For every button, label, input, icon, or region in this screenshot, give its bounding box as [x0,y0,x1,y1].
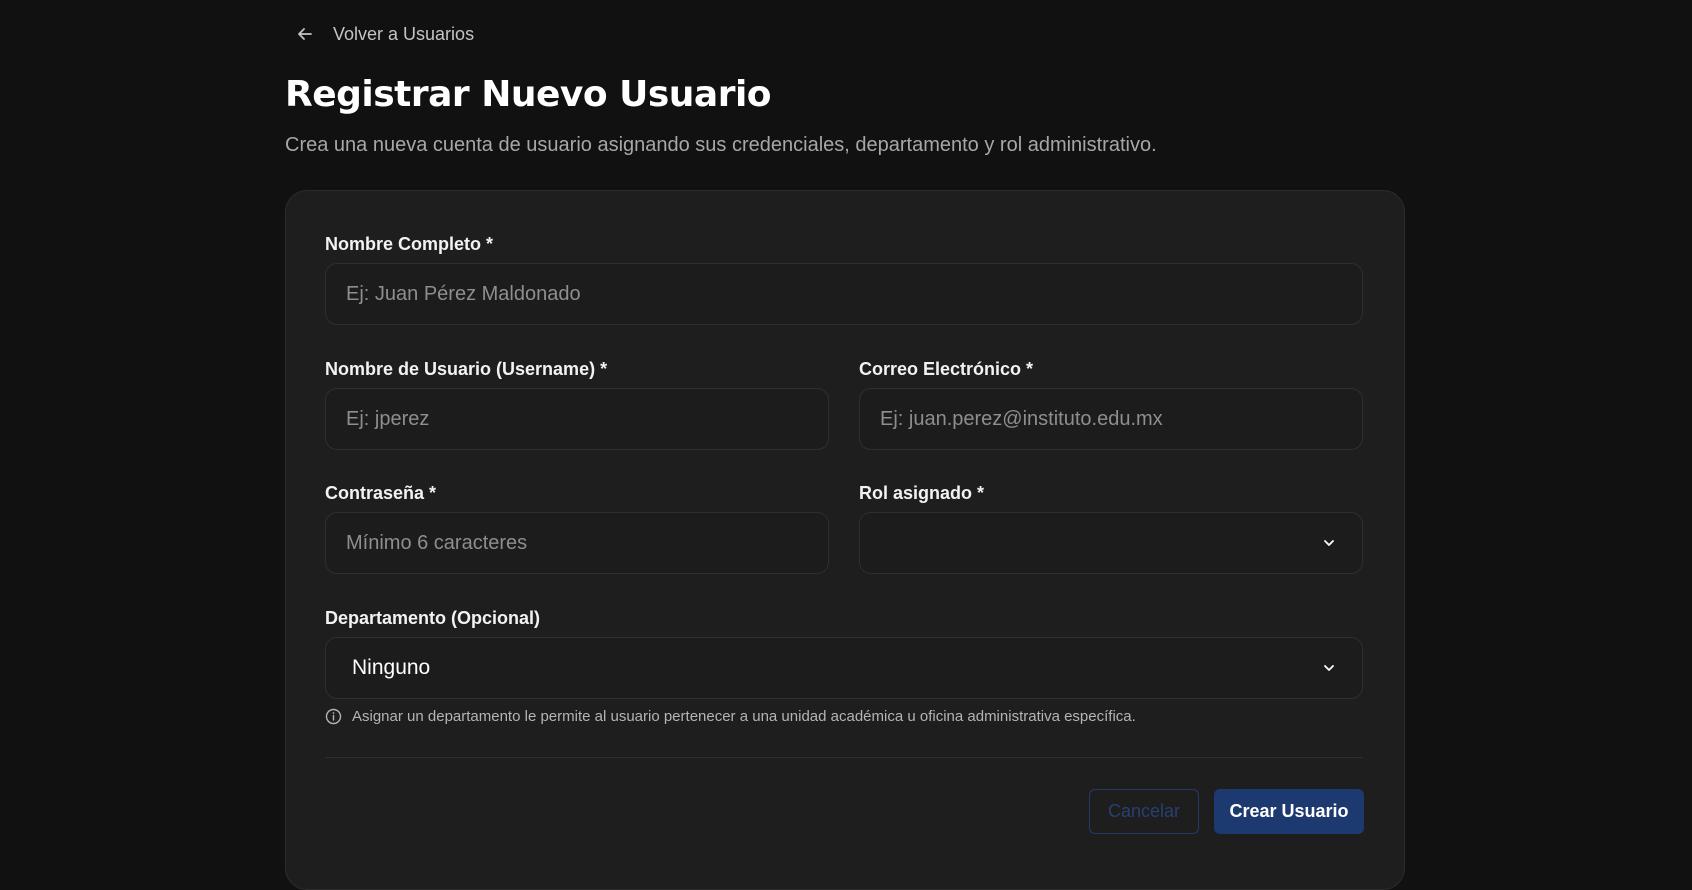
role-select[interactable] [859,512,1363,574]
back-link-label: Volver a Usuarios [333,23,475,44]
role-field: Rol asignado * [859,482,1363,574]
back-to-users-link[interactable]: Volver a Usuarios [295,20,474,48]
cancel-button[interactable]: Cancelar [1089,789,1199,834]
department-select[interactable]: Ninguno [325,637,1363,699]
password-input[interactable] [325,512,829,574]
email-label: Correo Electrónico * [859,359,1034,379]
chevron-down-icon [1322,536,1336,550]
username-input[interactable] [325,388,829,450]
page: Volver a Usuarios Registrar Nuevo Usuari… [285,0,1405,890]
full-name-input[interactable] [325,263,1363,325]
page-title: Registrar Nuevo Usuario [285,74,772,115]
department-helper-text: Asignar un departamento le permite al us… [325,708,1136,725]
department-label: Departamento (Opcional) [325,608,541,628]
helper-label: Asignar un departamento le permite al us… [352,708,1136,725]
form-divider [325,757,1363,758]
full-name-field: Nombre Completo * [325,233,1363,325]
create-user-button[interactable]: Crear Usuario [1214,789,1364,834]
full-name-label: Nombre Completo * [325,234,494,254]
email-field: Correo Electrónico * [859,358,1363,450]
info-circle-icon [325,708,342,725]
department-field: Departamento (Opcional) Ninguno [325,607,1363,699]
email-input[interactable] [859,388,1363,450]
password-label: Contraseña * [325,483,437,503]
department-select-value: Ninguno [352,656,431,679]
password-field: Contraseña * [325,482,829,574]
chevron-down-icon [1322,661,1336,675]
username-field: Nombre de Usuario (Username) * [325,358,829,450]
role-label: Rol asignado * [859,483,985,503]
page-subtitle: Crea una nueva cuenta de usuario asignan… [285,134,1157,156]
arrow-left-icon [295,24,315,44]
username-label: Nombre de Usuario (Username) * [325,359,608,379]
